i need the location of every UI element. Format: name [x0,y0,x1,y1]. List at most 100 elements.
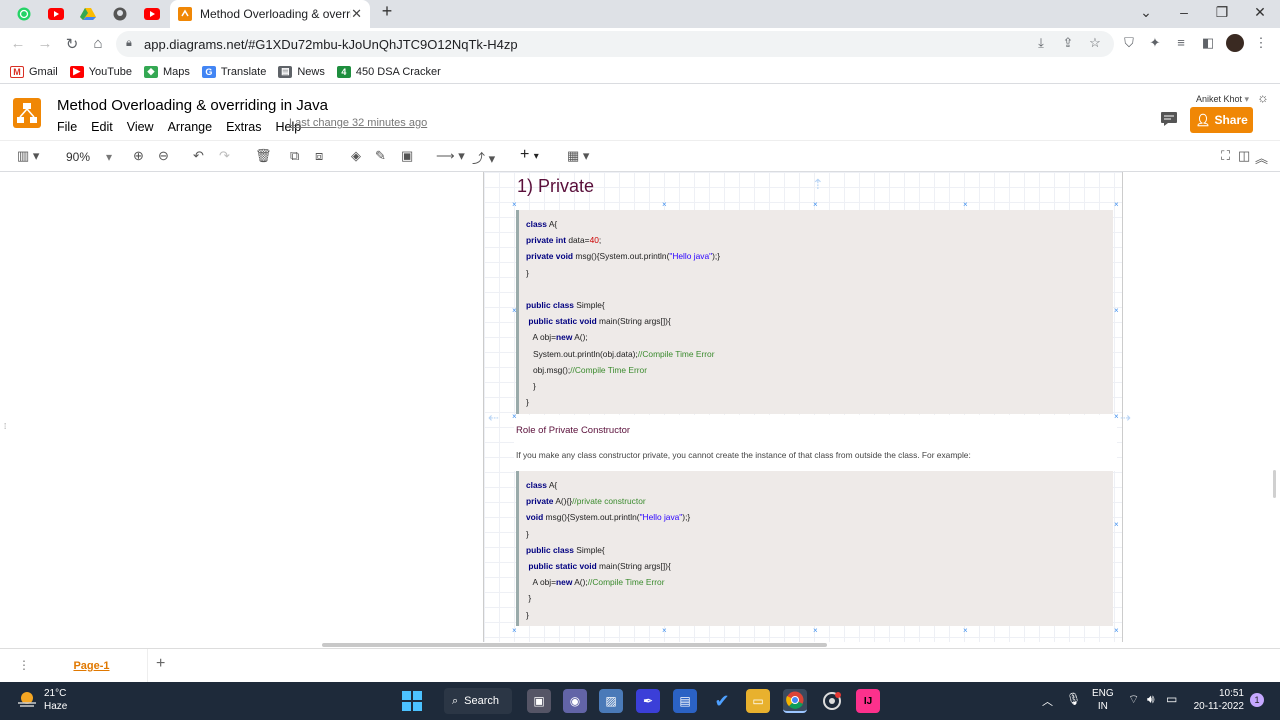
selection-handle[interactable]: × [813,626,818,635]
menu-file[interactable]: File [57,120,77,134]
selection-handle[interactable]: × [512,412,517,421]
store-icon[interactable]: ▤ [673,689,697,713]
page-tab[interactable]: Page-1 [36,649,148,683]
drawio-logo-icon[interactable] [13,98,41,128]
selection-handle[interactable]: × [662,200,667,209]
github-tab-icon[interactable] [108,4,132,24]
home-icon[interactable]: ⌂ [88,35,108,52]
youtube-tab-icon-2[interactable] [140,4,164,24]
intellij-icon[interactable]: IJ [856,689,880,713]
wifi-icon[interactable]: ⌔ [1128,692,1139,707]
waypoints-icon[interactable]: ⤴ ▾ [472,148,495,167]
fill-color-icon[interactable]: ◈ [351,148,361,164]
table-icon[interactable]: ▦ ▾ [567,148,589,164]
extension-shield-icon[interactable]: ⛉ [1120,35,1138,51]
chrome-menu-icon[interactable]: ⋮ [1252,35,1270,51]
horizontal-scrollbar[interactable] [322,643,827,647]
file-explorer-icon[interactable]: ▭ [746,689,770,713]
selection-handle[interactable]: × [512,306,517,315]
new-tab-button[interactable]: + [375,1,399,22]
selection-handle[interactable]: × [1114,520,1119,529]
redo-icon[interactable]: ↷ [219,148,230,164]
windows-start-icon[interactable] [400,689,424,713]
clone-arrow-up-icon[interactable]: ⇡ [812,176,824,193]
tab-search-icon[interactable]: ⌄ [1134,4,1158,21]
install-app-icon[interactable]: ⤓ [1032,35,1050,51]
last-change-link[interactable]: Last change 32 minutes ago [289,117,427,129]
diagram-canvas[interactable]: ⁞ 1) Private class A{private int data=40… [0,172,1280,648]
bookmark-gmail[interactable]: M Gmail [10,65,58,78]
whatsapp-tab-icon[interactable] [12,4,36,24]
battery-icon[interactable]: ▭ [1166,692,1177,706]
photos-icon[interactable]: ▨ [599,689,623,713]
close-window-button[interactable]: ✕ [1248,4,1272,21]
selection-handle[interactable]: × [1114,306,1119,315]
selection-handle[interactable]: × [813,200,818,209]
clone-arrow-left-icon[interactable]: ⇠ [488,410,499,426]
menu-arrange[interactable]: Arrange [168,120,212,134]
role-description[interactable]: If you make any class constructor privat… [516,450,971,460]
notification-badge[interactable]: 1 [1250,693,1264,707]
undo-icon[interactable]: ↶ [193,148,204,164]
connection-icon[interactable]: ⟶ ▾ [436,148,465,164]
chrome-taskbar-icon[interactable] [783,689,807,713]
add-page-button[interactable]: + [156,655,165,673]
selection-handle[interactable]: × [1114,626,1119,635]
to-front-icon[interactable]: ⧉ [290,148,299,164]
share-button[interactable]: 👤︎ Share [1190,107,1253,133]
zoom-in-icon[interactable]: ⊕ [133,148,144,164]
menu-extras[interactable]: Extras [226,120,261,134]
todo-check-icon[interactable]: ✔ [710,689,734,713]
insert-plus-icon[interactable]: + ▾ [520,146,539,164]
line-color-icon[interactable]: ✎ [375,148,386,164]
user-name[interactable]: Aniket Khot ▾ [1196,94,1249,105]
bookmark-dsa-cracker[interactable]: 4 450 DSA Cracker [336,65,441,78]
maximize-button[interactable]: ❐ [1210,4,1234,21]
reading-list-icon[interactable]: ≡ [1172,35,1190,50]
selection-handle[interactable]: × [963,200,968,209]
bookmark-translate[interactable]: G Translate [201,65,266,78]
taskbar-search[interactable]: ⌕ Search [444,688,512,714]
selection-handle[interactable]: × [963,626,968,635]
format-toggle-icon[interactable]: ◫ [1238,148,1250,164]
code-block-private-constructor[interactable]: class A{private A(){}//private construct… [516,471,1113,626]
task-view-icon[interactable]: ▣ [527,689,551,713]
section-heading[interactable]: 1) Private [517,176,594,197]
youtube-tab-icon[interactable] [44,4,68,24]
document-title[interactable]: Method Overloading & overriding in Java [57,97,328,114]
active-tab[interactable]: Method Overloading & overridin ✕ [170,0,370,28]
side-panel-icon[interactable]: ◧ [1199,35,1217,51]
delete-icon[interactable]: 🗑︎ [255,148,272,164]
back-icon[interactable]: ← [8,35,28,52]
volume-icon[interactable]: 🔊︎ [1147,692,1155,707]
url-field[interactable]: 🔒︎ app.diagrams.net/#G1XDu72mbu-kJoUnQhJ… [116,31,1114,57]
selection-handle[interactable]: × [512,200,517,209]
clone-arrow-right-icon[interactable]: ⇢ [1120,410,1131,426]
selection-handle[interactable]: × [1114,200,1119,209]
bookmark-star-icon[interactable]: ☆ [1086,35,1104,51]
pen-app-icon[interactable]: ✒ [636,689,660,713]
code-block-private-members[interactable]: class A{private int data=40; private void… [516,210,1113,414]
menu-edit[interactable]: Edit [91,120,113,134]
comments-icon[interactable] [1160,111,1178,127]
menu-view[interactable]: View [127,120,154,134]
language-indicator[interactable]: ENG IN [1092,687,1114,713]
sidebar-drag-handle[interactable]: ⁞ [4,422,6,431]
bookmark-maps[interactable]: ◆ Maps [143,65,190,78]
selection-handle[interactable]: × [1114,412,1119,421]
to-back-icon[interactable]: ⧈ [315,148,323,164]
vertical-scrollbar[interactable] [1273,470,1276,498]
zoom-out-icon[interactable]: ⊖ [158,148,169,164]
google-drive-tab-icon[interactable] [76,4,100,24]
shadow-icon[interactable]: ▣ [401,148,413,164]
extensions-puzzle-icon[interactable]: ✦ [1146,35,1164,51]
role-heading[interactable]: Role of Private Constructor [516,425,630,436]
reload-icon[interactable]: ↻ [62,35,82,53]
collapse-icon[interactable]: ︽ [1255,148,1268,167]
zoom-select[interactable]: 90% ▾ [66,150,112,164]
theme-sun-icon[interactable]: ☼ [1257,90,1269,105]
profile-avatar[interactable] [1226,34,1244,52]
minimize-button[interactable]: – [1172,4,1196,20]
fullscreen-icon[interactable]: ⛶ [1221,148,1230,164]
chrome-dev-icon[interactable] [820,689,844,713]
